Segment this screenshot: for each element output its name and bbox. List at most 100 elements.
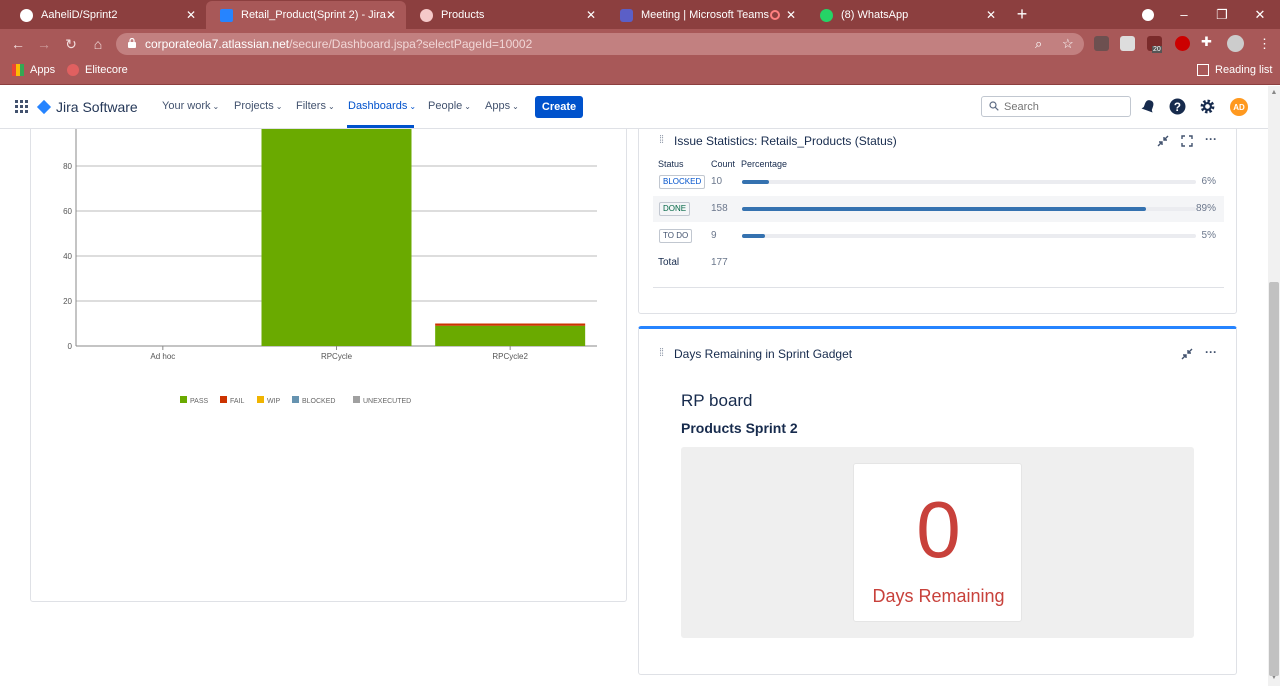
product-name: Jira Software [56, 99, 138, 115]
recording-icon [770, 10, 780, 20]
reading-list[interactable]: Reading list [1197, 64, 1272, 76]
status-lozenge[interactable]: BLOCKED [659, 175, 706, 189]
address-bar[interactable]: corporateola7.atlassian.net/secure/Dashb… [116, 33, 1084, 55]
status-lozenge[interactable]: TO DO [659, 229, 693, 243]
scrollbar-thumb[interactable] [1269, 282, 1279, 676]
nav-projects[interactable]: Projects ⌄ [234, 100, 282, 112]
x-tick-label: RPCycle2 [492, 352, 528, 361]
bookmark-apps[interactable]: Apps [12, 64, 55, 76]
search-field[interactable] [981, 96, 1131, 117]
url-path: /secure/Dashboard.jspa?selectPageId=1000… [289, 37, 533, 51]
y-tick-label: 0 [68, 342, 73, 351]
more-options-icon[interactable]: ··· [1205, 132, 1217, 146]
nav-apps[interactable]: Apps ⌄ [485, 100, 519, 112]
nav-label: Filters [296, 100, 326, 112]
help-icon[interactable]: ? [1169, 98, 1186, 115]
reload-button[interactable]: ↻ [62, 35, 80, 53]
new-tab-button[interactable]: + [1005, 0, 1039, 29]
nav-people[interactable]: People ⌄ [428, 100, 471, 112]
nav-label: Your work [162, 100, 211, 112]
percentage-value: 6% [1201, 176, 1216, 187]
y-tick-label: 20 [63, 297, 72, 306]
drag-handle-icon[interactable]: ⁞⁞ [659, 347, 664, 359]
settings-gear-icon[interactable] [1199, 98, 1216, 115]
lock-icon [128, 38, 136, 48]
url-text: corporateola7.atlassian.net/secure/Dashb… [145, 37, 532, 51]
status-lozenge[interactable]: DONE [659, 202, 691, 216]
back-button[interactable]: ← [9, 35, 27, 53]
bookmarks-bar: Apps Elitecore Reading list [0, 58, 1280, 85]
apps-grid-icon [12, 64, 24, 76]
extension-icon[interactable] [1120, 36, 1135, 51]
tab-search-icon[interactable] [1131, 0, 1165, 29]
bookmark-label: Elitecore [85, 64, 128, 76]
notifications-bell-icon[interactable] [1140, 98, 1157, 115]
bookmark-star-icon[interactable]: ☆ [1062, 36, 1074, 52]
chevron-down-icon: ⌄ [464, 102, 471, 111]
jira-top-nav: Jira Software Your work ⌄ Projects ⌄ Filte… [0, 86, 1268, 129]
days-remaining-label: Days Remaining [872, 586, 1005, 606]
create-button[interactable]: Create [535, 96, 583, 118]
maximize-icon[interactable] [1181, 135, 1193, 147]
user-avatar[interactable]: AD [1230, 98, 1248, 116]
ublock-icon[interactable] [1175, 36, 1190, 51]
browser-tab-bar: AaheliD/Sprint2 ✕ Retail_Product(Sprint … [0, 0, 1280, 29]
gadget-title: Issue Statistics: Retails_Products (Stat… [674, 134, 897, 148]
bar-pass [261, 129, 412, 346]
zoom-icon[interactable]: ⌕ [1035, 36, 1042, 52]
bookmark-elitecore[interactable]: Elitecore [67, 64, 128, 76]
close-tab-icon[interactable]: ✕ [786, 8, 796, 22]
extension-icon[interactable] [1094, 36, 1109, 51]
nav-your-work[interactable]: Your work ⌄ [162, 100, 219, 112]
forward-button[interactable]: → [35, 35, 53, 53]
tab-whatsapp[interactable]: (8) WhatsApp ✕ [806, 1, 1006, 29]
divider [653, 287, 1224, 288]
nav-dashboards[interactable]: Dashboards ⌄ [348, 100, 416, 112]
jira-logo[interactable]: Jira Software [36, 99, 138, 115]
tab-products[interactable]: Products ✕ [406, 1, 606, 29]
count-link[interactable]: 9 [711, 230, 717, 241]
tab-title: Retail_Product(Sprint 2) - Jira [241, 9, 386, 21]
close-tab-icon[interactable]: ✕ [586, 8, 596, 22]
percentage-value: 5% [1201, 230, 1216, 241]
close-tab-icon[interactable]: ✕ [386, 8, 396, 22]
legend-swatch [220, 396, 227, 403]
issue-statistics-gadget: ⁞⁞ Issue Statistics: Retails_Products (S… [638, 129, 1237, 314]
tab-github[interactable]: AaheliD/Sprint2 ✕ [6, 1, 206, 29]
percentage-bar [742, 180, 1196, 184]
tab-jira[interactable]: Retail_Product(Sprint 2) - Jira ✕ [206, 1, 406, 29]
close-tab-icon[interactable]: ✕ [186, 8, 196, 22]
scroll-up-icon[interactable]: ▲ [1270, 89, 1278, 97]
nav-filters[interactable]: Filters ⌄ [296, 100, 335, 112]
legend-swatch [257, 396, 264, 403]
total-value: 177 [711, 257, 728, 268]
browser-menu-icon[interactable]: ⋮ [1258, 36, 1271, 52]
y-tick-label: 40 [63, 252, 72, 261]
profile-avatar[interactable] [1227, 35, 1244, 52]
minimize-icon[interactable] [1181, 348, 1193, 360]
search-input[interactable] [1004, 99, 1124, 114]
days-panel: 0 Days Remaining [681, 447, 1194, 638]
count-link[interactable]: 10 [711, 176, 722, 187]
maximize-button[interactable]: ❐ [1205, 0, 1239, 29]
puzzle-extensions-icon[interactable]: ✚ [1201, 34, 1216, 49]
app-switcher-icon[interactable] [15, 100, 28, 113]
legend-swatch [292, 396, 299, 403]
more-options-icon[interactable]: ··· [1205, 345, 1217, 359]
home-button[interactable]: ⌂ [89, 35, 107, 53]
percentage-bar [742, 234, 1196, 238]
dashboard-content: 0 20 40 60 80 Ad hoc RPCycle RPCycle2 PASS FAIL WI… [0, 129, 1268, 686]
close-window-button[interactable]: ✕ [1243, 0, 1277, 29]
nav-label: Apps [485, 100, 511, 112]
drag-handle-icon[interactable]: ⁞⁞ [659, 134, 664, 146]
test-execution-chart-gadget: 0 20 40 60 80 Ad hoc RPCycle RPCycle2 PASS FAIL WI… [30, 129, 627, 602]
close-tab-icon[interactable]: ✕ [986, 8, 996, 22]
count-link[interactable]: 158 [711, 203, 728, 214]
days-remaining-gadget: ⁞⁞ Days Remaining in Sprint Gadget ··· R… [638, 326, 1237, 675]
tab-teams[interactable]: Meeting | Microsoft Teams ✕ [606, 1, 806, 29]
legend-swatch [353, 396, 360, 403]
table-row: TO DO 9 5% [653, 223, 1224, 249]
minimize-button[interactable]: – [1167, 0, 1201, 29]
minimize-icon[interactable] [1157, 135, 1169, 147]
nav-label: People [428, 100, 463, 112]
